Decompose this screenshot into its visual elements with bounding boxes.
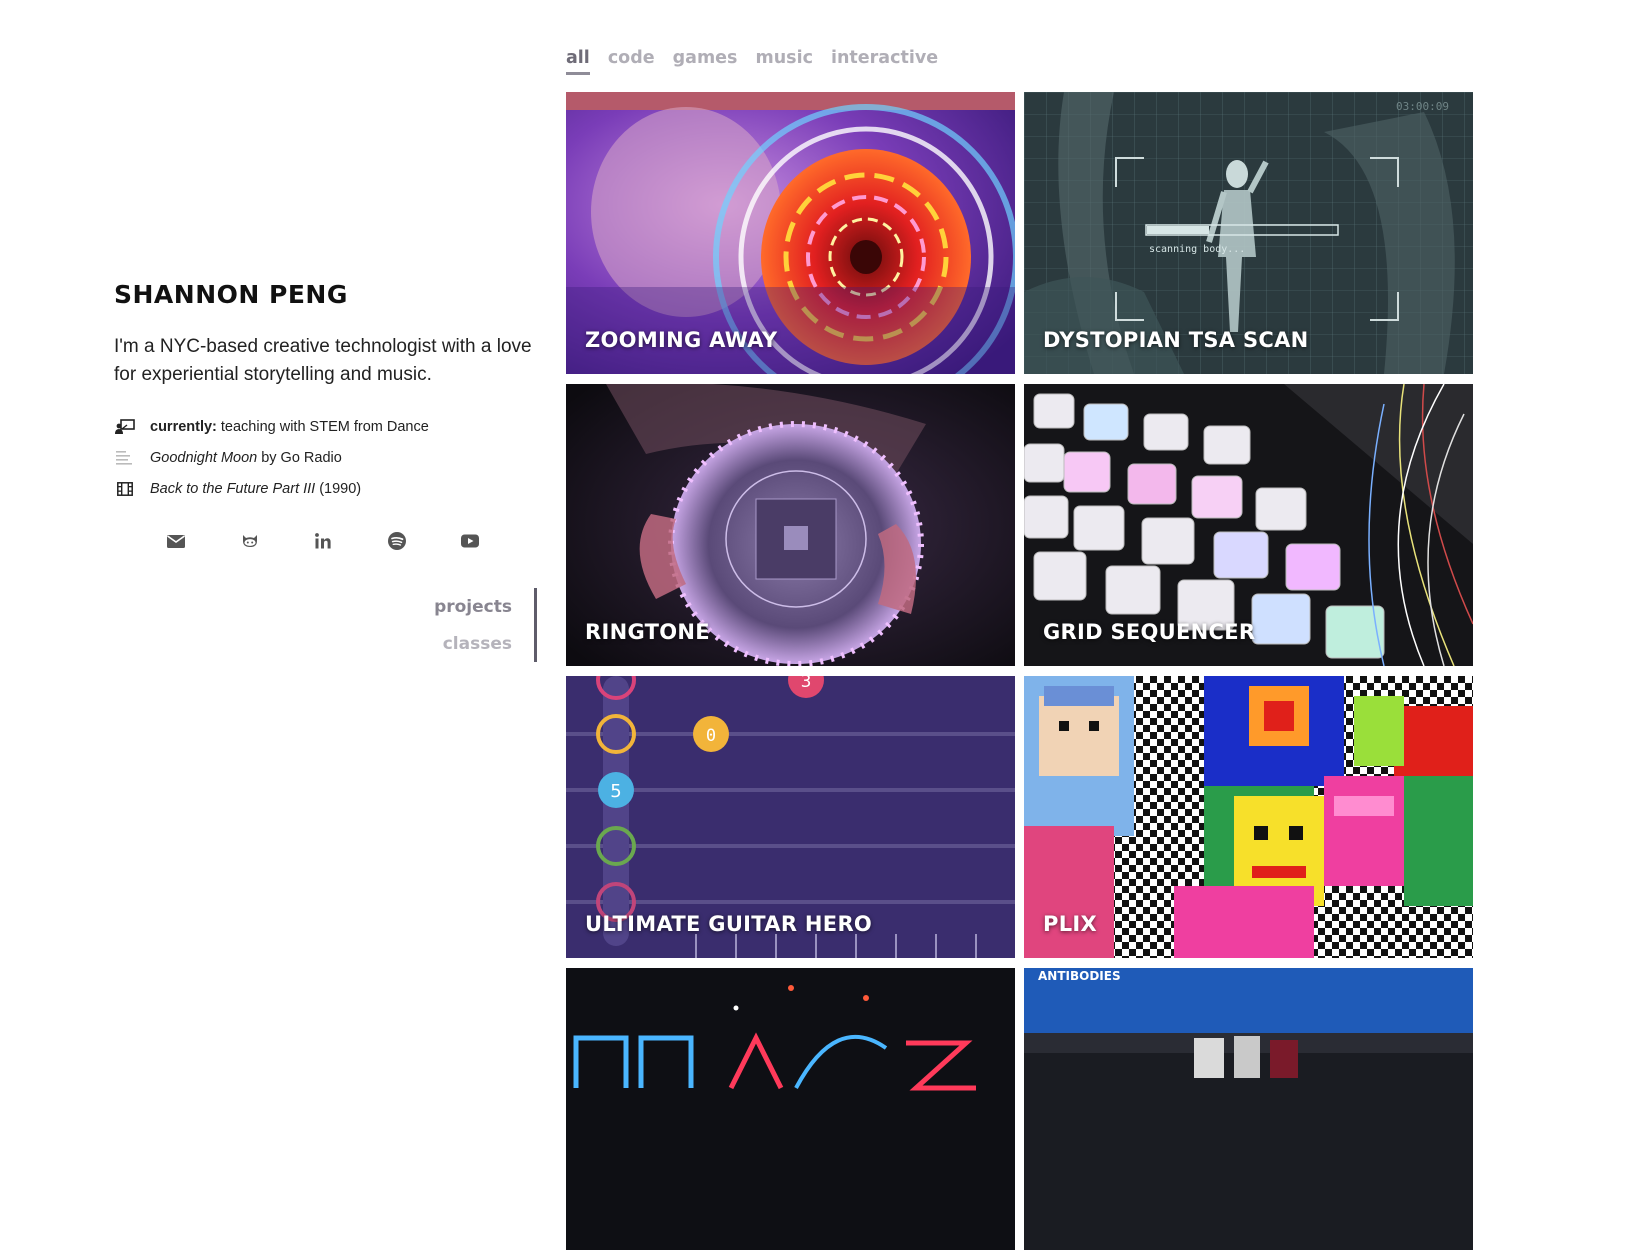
note-label: 3 [801,676,812,692]
status-song: Goodnight Moon by Go Radio [114,442,534,473]
project-title: ULTIMATE GUITAR HERO [585,912,873,936]
filter-all[interactable]: all [566,48,590,75]
project-title: RINGTONE [585,620,710,644]
project-title: GRID SEQUENCER [1043,620,1256,644]
note-label: 5 [610,781,621,802]
filter-music[interactable]: music [755,48,812,75]
status-label: currently: [150,418,217,435]
film-title: Back to the Future Part III [150,480,316,497]
email-icon[interactable] [166,526,240,556]
github-icon[interactable] [240,526,314,556]
scan-status-text: scanning body... [1149,244,1245,255]
youtube-icon[interactable] [460,526,534,556]
section-nav: projects classes [420,588,537,662]
profile-panel: SHANNON PENG I'm a NYC-based creative te… [114,280,534,556]
nav-classes[interactable]: classes [420,629,534,659]
film-year: (1990) [319,480,362,497]
project-tile-ultimate-guitar-hero[interactable]: 5 3 0 ULTIMATE GUITAR HERO [566,676,1015,958]
song-title: Goodnight Moon [150,449,258,466]
antibodies-thumbnail: ANTIBODIES [1024,968,1473,1250]
project-tile-grid-sequencer[interactable]: GRID SEQUENCER [1024,384,1473,666]
film-icon [114,480,136,498]
project-tile-plix[interactable]: PLIX [1024,676,1473,958]
scan-timecode: 03:00:09 [1396,100,1449,113]
song-artist: by Go Radio [261,449,342,466]
project-title: PLIX [1043,912,1097,936]
status-film: Back to the Future Part III (1990) [114,473,534,504]
status-text: teaching with STEM from Dance [220,418,429,435]
status-list: currently: teaching with STEM from Dance… [114,411,534,504]
project-tile-neon[interactable] [566,968,1015,1250]
note-label: 0 [706,726,716,746]
project-tile-antibodies[interactable]: ANTIBODIES [1024,968,1473,1250]
profile-bio: I'm a NYC-based creative technologist wi… [114,336,532,385]
neon-thumbnail [566,968,1015,1250]
lyrics-icon [114,449,136,467]
status-currently: currently: teaching with STEM from Dance [114,411,534,442]
project-title: ZOOMING AWAY [585,328,778,352]
project-tile-zooming-away[interactable]: ZOOMING AWAY [566,92,1015,374]
filter-interactive[interactable]: interactive [831,48,938,75]
spotify-icon[interactable] [387,526,461,556]
social-links [166,526,534,556]
linkedin-icon[interactable] [313,526,387,556]
project-tile-ringtone[interactable]: RINGTONE [566,384,1015,666]
banner-text: ANTIBODIES [1038,969,1121,983]
teacher-icon [114,418,136,436]
filter-tabs: all code games music interactive [566,48,956,75]
filter-games[interactable]: games [673,48,738,75]
profile-name: SHANNON PENG [114,280,348,309]
nav-projects[interactable]: projects [420,592,534,629]
project-title: DYSTOPIAN TSA SCAN [1043,328,1309,352]
project-tile-dystopian-tsa-scan[interactable]: scanning body... 03:00:09 DYSTOPIAN TSA … [1024,92,1473,374]
filter-code[interactable]: code [608,48,655,75]
